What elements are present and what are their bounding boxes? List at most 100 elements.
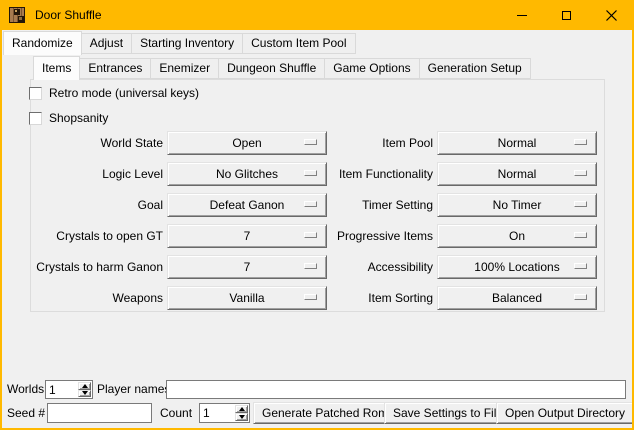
crystals-ganon-label: Crystals to harm Ganon bbox=[30, 255, 163, 279]
spin-up-button[interactable] bbox=[235, 405, 248, 413]
tab-adjust[interactable]: Adjust bbox=[81, 33, 132, 54]
world-state-label: World State bbox=[30, 131, 163, 155]
tab-items[interactable]: Items bbox=[33, 56, 80, 80]
minimize-icon bbox=[517, 15, 527, 16]
tab-generation-setup[interactable]: Generation Setup bbox=[419, 58, 531, 79]
player-names-input[interactable] bbox=[166, 380, 626, 399]
timer-setting-dropdown[interactable]: No Timer bbox=[437, 193, 597, 217]
timer-setting-label: Timer Setting bbox=[330, 193, 433, 217]
close-button[interactable] bbox=[589, 0, 634, 30]
worlds-spin-buttons bbox=[78, 382, 91, 397]
retro-mode-label: Retro mode (universal keys) bbox=[49, 86, 199, 100]
count-spin-buttons bbox=[235, 405, 248, 421]
spin-up-button[interactable] bbox=[78, 382, 91, 390]
dropdown-indicator-icon bbox=[304, 294, 317, 300]
spin-down-button[interactable] bbox=[78, 390, 91, 398]
crystals-ganon-dropdown[interactable]: 7 bbox=[167, 255, 327, 279]
dropdown-indicator-icon bbox=[574, 232, 587, 238]
save-settings-button[interactable]: Save Settings to File bbox=[384, 402, 512, 424]
crystals-ganon-value: 7 bbox=[244, 260, 251, 274]
spin-up-icon bbox=[82, 384, 88, 388]
item-functionality-dropdown[interactable]: Normal bbox=[437, 162, 597, 186]
shopsanity-checkbox-row[interactable]: Shopsanity bbox=[29, 111, 108, 125]
weapons-label: Weapons bbox=[30, 286, 163, 310]
count-spinbox[interactable]: 1 bbox=[199, 403, 250, 423]
tab-custom-item-pool[interactable]: Custom Item Pool bbox=[242, 33, 355, 54]
tab-game-options[interactable]: Game Options bbox=[324, 58, 419, 79]
dropdown-indicator-icon bbox=[304, 263, 317, 269]
dropdown-indicator-icon bbox=[574, 201, 587, 207]
goal-dropdown[interactable]: Defeat Ganon bbox=[167, 193, 327, 217]
spin-down-icon bbox=[82, 391, 88, 395]
worlds-spinbox[interactable]: 1 bbox=[45, 380, 93, 399]
progressive-items-value: On bbox=[509, 229, 525, 243]
door-shuffle-window: Door Shuffle Randomize Adjust Starting I… bbox=[0, 0, 634, 430]
item-pool-value: Normal bbox=[498, 136, 537, 150]
spin-down-icon bbox=[239, 415, 245, 419]
window-title: Door Shuffle bbox=[35, 8, 102, 22]
tab-randomize[interactable]: Randomize bbox=[3, 31, 82, 55]
count-label: Count bbox=[160, 402, 192, 424]
tab-enemizer[interactable]: Enemizer bbox=[150, 58, 219, 79]
dropdown-indicator-icon bbox=[574, 170, 587, 176]
dropdown-indicator-icon bbox=[574, 263, 587, 269]
dropdown-indicator-icon bbox=[304, 139, 317, 145]
crystals-gt-value: 7 bbox=[244, 229, 251, 243]
world-state-value: Open bbox=[232, 136, 261, 150]
accessibility-label: Accessibility bbox=[330, 255, 433, 279]
maximize-icon bbox=[562, 11, 571, 20]
timer-setting-value: No Timer bbox=[493, 198, 542, 212]
shopsanity-label: Shopsanity bbox=[49, 111, 108, 125]
goal-value: Defeat Ganon bbox=[210, 198, 285, 212]
dropdown-indicator-icon bbox=[304, 201, 317, 207]
count-value: 1 bbox=[203, 404, 234, 422]
item-functionality-value: Normal bbox=[498, 167, 537, 181]
door-icon bbox=[9, 7, 25, 23]
worlds-label: Worlds bbox=[7, 380, 44, 399]
outer-tab-bar: Randomize Adjust Starting Inventory Cust… bbox=[3, 31, 356, 54]
logic-level-dropdown[interactable]: No Glitches bbox=[167, 162, 327, 186]
item-sorting-dropdown[interactable]: Balanced bbox=[437, 286, 597, 310]
progressive-items-label: Progressive Items bbox=[330, 224, 433, 248]
window-controls bbox=[499, 0, 634, 30]
accessibility-dropdown[interactable]: 100% Locations bbox=[437, 255, 597, 279]
titlebar: Door Shuffle bbox=[0, 0, 634, 30]
close-icon bbox=[606, 10, 617, 21]
spin-down-button[interactable] bbox=[235, 413, 248, 421]
dropdown-indicator-icon bbox=[304, 232, 317, 238]
seed-label: Seed # bbox=[7, 402, 45, 424]
goal-label: Goal bbox=[30, 193, 163, 217]
spin-up-icon bbox=[239, 407, 245, 411]
item-sorting-label: Item Sorting bbox=[330, 286, 433, 310]
inner-tab-bar: Items Entrances Enemizer Dungeon Shuffle… bbox=[33, 56, 531, 79]
weapons-dropdown[interactable]: Vanilla bbox=[167, 286, 327, 310]
retro-mode-checkbox-row[interactable]: Retro mode (universal keys) bbox=[29, 86, 199, 100]
world-state-dropdown[interactable]: Open bbox=[167, 131, 327, 155]
logic-level-value: No Glitches bbox=[216, 167, 278, 181]
tab-starting-inventory[interactable]: Starting Inventory bbox=[131, 33, 243, 54]
open-output-directory-button[interactable]: Open Output Directory bbox=[496, 402, 634, 424]
maximize-button[interactable] bbox=[544, 0, 589, 30]
item-sorting-value: Balanced bbox=[492, 291, 542, 305]
player-names-label: Player names bbox=[97, 380, 170, 399]
shopsanity-checkbox[interactable] bbox=[29, 112, 42, 125]
tab-entrances[interactable]: Entrances bbox=[79, 58, 151, 79]
retro-mode-checkbox[interactable] bbox=[29, 87, 42, 100]
dropdown-indicator-icon bbox=[304, 170, 317, 176]
dropdown-indicator-icon bbox=[574, 139, 587, 145]
logic-level-label: Logic Level bbox=[30, 162, 163, 186]
weapons-value: Vanilla bbox=[229, 291, 264, 305]
generate-patched-rom-button[interactable]: Generate Patched Rom bbox=[253, 402, 397, 424]
minimize-button[interactable] bbox=[499, 0, 544, 30]
item-pool-label: Item Pool bbox=[330, 131, 433, 155]
item-pool-dropdown[interactable]: Normal bbox=[437, 131, 597, 155]
dropdown-indicator-icon bbox=[574, 294, 587, 300]
item-functionality-label: Item Functionality bbox=[330, 162, 433, 186]
seed-input[interactable] bbox=[47, 403, 152, 423]
accessibility-value: 100% Locations bbox=[474, 260, 559, 274]
crystals-gt-dropdown[interactable]: 7 bbox=[167, 224, 327, 248]
crystals-gt-label: Crystals to open GT bbox=[30, 224, 163, 248]
tab-dungeon-shuffle[interactable]: Dungeon Shuffle bbox=[218, 58, 325, 79]
progressive-items-dropdown[interactable]: On bbox=[437, 224, 597, 248]
worlds-value: 1 bbox=[49, 381, 77, 398]
